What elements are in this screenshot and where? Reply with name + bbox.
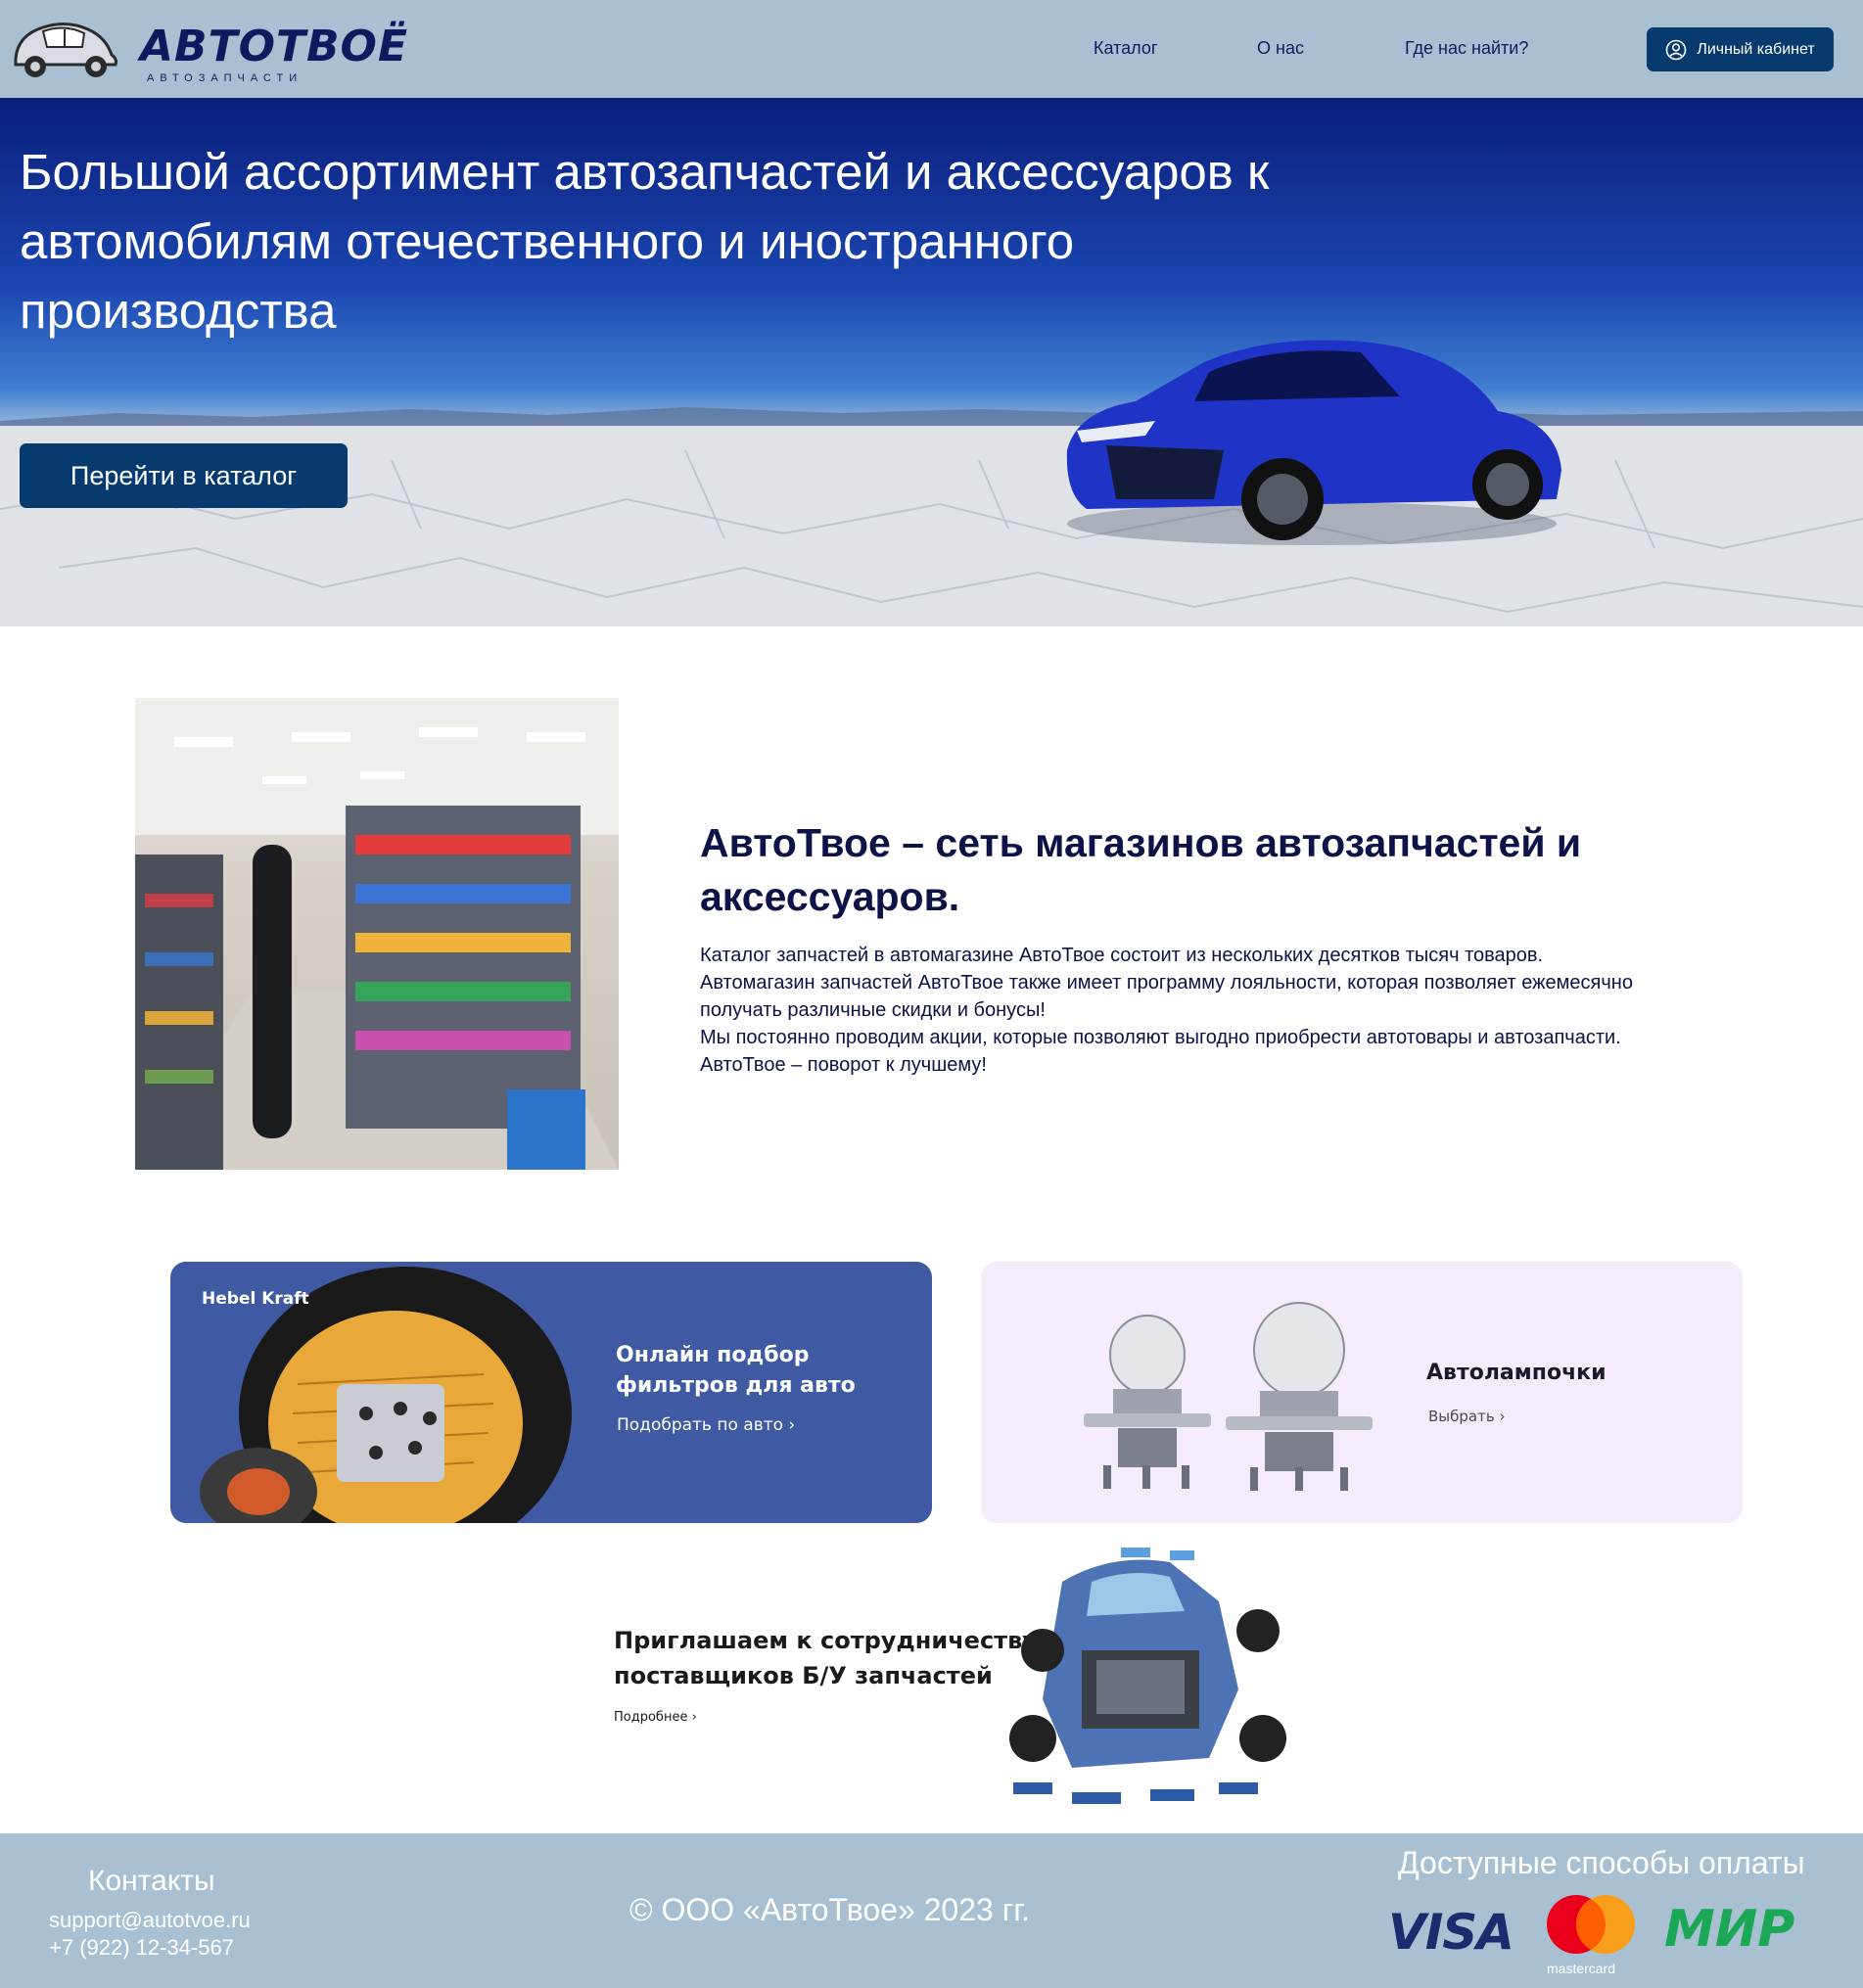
- logo-subtitle: АВТОЗАПЧАСТИ: [147, 72, 303, 84]
- mastercard-label: mastercard: [1547, 1961, 1616, 1976]
- mir-logo: МИР: [1664, 1900, 1795, 1959]
- catalog-cta-button[interactable]: Перейти в каталог: [20, 443, 348, 508]
- about-title: АвтоТвое – сеть магазинов автозапчастей …: [700, 820, 1582, 919]
- suppliers-more-link[interactable]: Подробнее ›: [614, 1710, 697, 1725]
- user-icon: [1666, 39, 1687, 60]
- beetle-car-icon: [14, 23, 117, 77]
- hero-car-image: [1066, 340, 1561, 545]
- contacts-title: Контакты: [88, 1865, 215, 1897]
- phone-link[interactable]: +7 (922) 12-34-567: [49, 1935, 234, 1961]
- account-label: Личный кабинет: [1697, 40, 1815, 58]
- suppliers-promo[interactable]: Приглашаем к сотрудничеству поставщиков …: [597, 1543, 1322, 1812]
- lamp-select-link[interactable]: Выбрать ›: [1428, 1408, 1505, 1425]
- about-text: Каталог запчастей в автомагазине АвтоТво…: [700, 942, 1718, 1079]
- about-paragraph: Автомагазин запчастей АвтоТвое также име…: [700, 972, 1633, 1021]
- site-footer: Контакты support@autotvoe.ru +7 (922) 12…: [0, 1833, 1863, 1988]
- about-paragraph: АвтоТвое – поворот к лучшему!: [700, 1054, 987, 1076]
- filter-select-link[interactable]: Подобрать по авто ›: [617, 1415, 795, 1435]
- about-paragraph: Мы постоянно проводим акции, которые поз…: [700, 1027, 1621, 1048]
- store-photo: [135, 698, 619, 1170]
- exploded-car-image: [1009, 1548, 1286, 1804]
- site-header: АВТОТВОЁ АВТОЗАПЧАСТИ Каталог О нас Где …: [0, 0, 1863, 98]
- payment-title: Доступные способы оплаты: [1398, 1845, 1805, 1880]
- filter-promo-card[interactable]: Hebel Kraft Онлайн подбор фильтров для а…: [170, 1262, 932, 1523]
- brand-label: Hebel Kraft: [202, 1289, 309, 1309]
- copyright: © ООО «АвтоТвое» 2023 гг.: [629, 1892, 1031, 1927]
- support-email-link[interactable]: support@autotvoe.ru: [49, 1908, 251, 1933]
- logo[interactable]: АВТОТВОЁ АВТОЗАПЧАСТИ: [10, 8, 407, 86]
- visa-logo: VISA: [1388, 1904, 1514, 1961]
- account-button[interactable]: Личный кабинет: [1647, 27, 1834, 71]
- about-paragraph: Каталог запчастей в автомагазине АвтоТво…: [700, 945, 1544, 966]
- hero-banner: Большой ассортимент автозапчастей и аксе…: [0, 98, 1863, 626]
- nav-location[interactable]: Где нас найти?: [1405, 38, 1528, 59]
- nav-about[interactable]: О нас: [1257, 38, 1304, 59]
- lamp-promo-card[interactable]: Автолампочки Выбрать ›: [981, 1262, 1743, 1523]
- lamp-promo-title: Автолампочки: [1426, 1361, 1607, 1385]
- headlight-bulbs-image: [1084, 1302, 1373, 1491]
- nav-catalog[interactable]: Каталог: [1094, 38, 1157, 59]
- logo-text: АВТОТВОЁ: [140, 22, 409, 71]
- filter-promo-title: Онлайн подбор фильтров для авто: [616, 1343, 856, 1398]
